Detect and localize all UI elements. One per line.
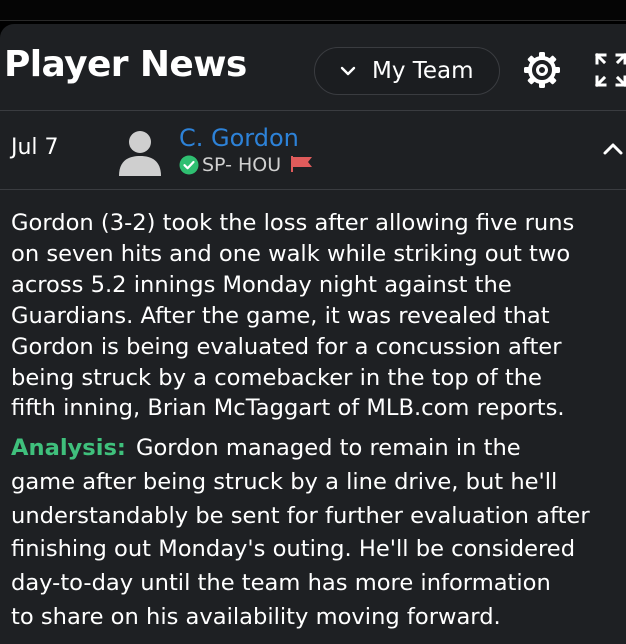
chevron-up-icon[interactable]: [600, 137, 626, 161]
analysis-line: Analysis: Gordon managed to remain in the: [11, 432, 626, 466]
page-title: Player News: [4, 44, 247, 85]
news-line: fifth inning, Brian McTaggart of MLB.com…: [11, 395, 565, 422]
red-flag-icon: [291, 156, 312, 172]
analysis-line: understandably be sent for further evalu…: [11, 502, 590, 529]
news-line: Gordon is being evaluated for a concussi…: [11, 333, 562, 360]
expand-icon[interactable]: [594, 52, 626, 88]
top-bar: [0, 0, 626, 21]
player-position-team: SP- HOU: [202, 154, 282, 176]
header-divider: [0, 110, 626, 111]
check-circle-icon: [179, 155, 199, 175]
analysis-line: to share on his availability moving forw…: [11, 603, 501, 630]
gear-icon[interactable]: [522, 50, 562, 90]
chevron-down-icon: [340, 66, 356, 76]
analysis-line: game after being struck by a line drive,…: [11, 468, 558, 495]
team-selector-dropdown[interactable]: My Team: [314, 47, 500, 95]
news-line: across 5.2 innings Monday night against …: [11, 271, 512, 298]
news-date: Jul 7: [11, 135, 59, 160]
item-divider: [0, 189, 626, 190]
analysis-label: Analysis:: [11, 435, 126, 461]
news-line: being struck by a comebacker in the top …: [11, 364, 542, 391]
news-line: on seven hits and one walk while strikin…: [11, 240, 571, 267]
analysis-line: day-to-day until the team has more infor…: [11, 570, 551, 597]
analysis-line: finishing out Monday's outing. He'll be …: [11, 536, 576, 563]
person-silhouette-icon: [119, 131, 161, 176]
news-body: Gordon (3-2) took the loss after allowin…: [11, 208, 626, 424]
news-line: Gordon (3-2) took the loss after allowin…: [11, 210, 575, 236]
app-frame: Player News My Team Jul 7 C. Gordon SP- …: [0, 0, 626, 644]
team-selector-label: My Team: [372, 58, 474, 84]
analysis-line-text: Gordon managed to remain in the: [135, 435, 521, 461]
news-line: Guardians. After the game, it was reveal…: [11, 302, 550, 329]
analysis-body: Analysis: Gordon managed to remain in the…: [11, 432, 626, 635]
player-name-link[interactable]: C. Gordon: [179, 123, 299, 153]
